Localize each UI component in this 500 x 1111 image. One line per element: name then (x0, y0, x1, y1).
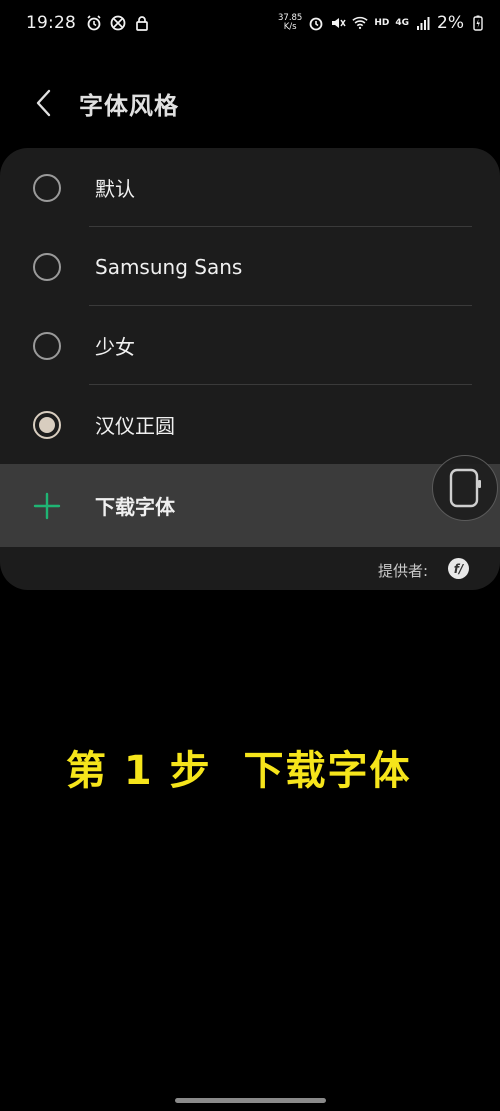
download-fonts-button[interactable]: 下载字体 (0, 464, 500, 547)
radio-button-selected[interactable] (33, 410, 61, 439)
mute-icon (330, 15, 346, 31)
back-button[interactable] (28, 88, 58, 118)
radio-button[interactable] (33, 173, 61, 202)
status-bar-left: 19:28 (26, 13, 150, 33)
tutorial-caption: 第 1 步 下载字体 (66, 748, 412, 794)
download-fonts-label: 下载字体 (95, 495, 175, 519)
header: 字体风格 (0, 76, 500, 132)
lock-icon (134, 15, 150, 31)
font-option-samsung-sans[interactable]: Samsung Sans (0, 227, 500, 306)
provider-logo: f/ (448, 558, 469, 579)
hd-label: HD (374, 18, 390, 28)
font-option-label: 少女 (95, 335, 135, 359)
network-label: 4G (395, 18, 410, 28)
floating-assistant-button[interactable] (432, 455, 498, 521)
font-option-girl[interactable]: 少女 (0, 306, 500, 385)
status-time: 19:28 (26, 13, 76, 33)
plus-icon (33, 492, 61, 520)
provider-row: 提供者: (0, 550, 500, 590)
battery-percent: 2% (437, 13, 464, 33)
signal-icon (415, 15, 431, 31)
provider-label: 提供者: (377, 562, 428, 580)
font-style-list: 默认 Samsung Sans 少女 汉仪正圆 下载字体 提供者: (0, 148, 500, 590)
chevron-left-icon (36, 89, 51, 117)
battery-charging-icon (470, 15, 486, 31)
net-speed: 37.85 K/s (278, 14, 302, 32)
radio-button[interactable] (33, 331, 61, 360)
device-frame-icon (449, 468, 481, 508)
font-option-label: 汉仪正圆 (95, 414, 175, 438)
wifi-icon (352, 15, 368, 31)
blocked-icon (110, 15, 126, 31)
net-speed-unit: K/s (283, 22, 297, 32)
alarm-icon (308, 15, 324, 31)
font-option-default[interactable]: 默认 (0, 148, 500, 227)
alarm-icon (86, 15, 102, 31)
status-bar-right: 37.85 K/s HD 4G 2% (278, 13, 486, 33)
status-bar: 19:28 37.85 K/s HD 4G 2% (0, 0, 500, 46)
home-indicator[interactable] (175, 1098, 326, 1103)
radio-button[interactable] (33, 252, 61, 281)
font-option-hanyi-zhengyuan[interactable]: 汉仪正圆 (0, 385, 500, 464)
font-option-label: 默认 (95, 177, 135, 201)
page-title: 字体风格 (79, 92, 179, 120)
font-option-label: Samsung Sans (95, 254, 243, 279)
